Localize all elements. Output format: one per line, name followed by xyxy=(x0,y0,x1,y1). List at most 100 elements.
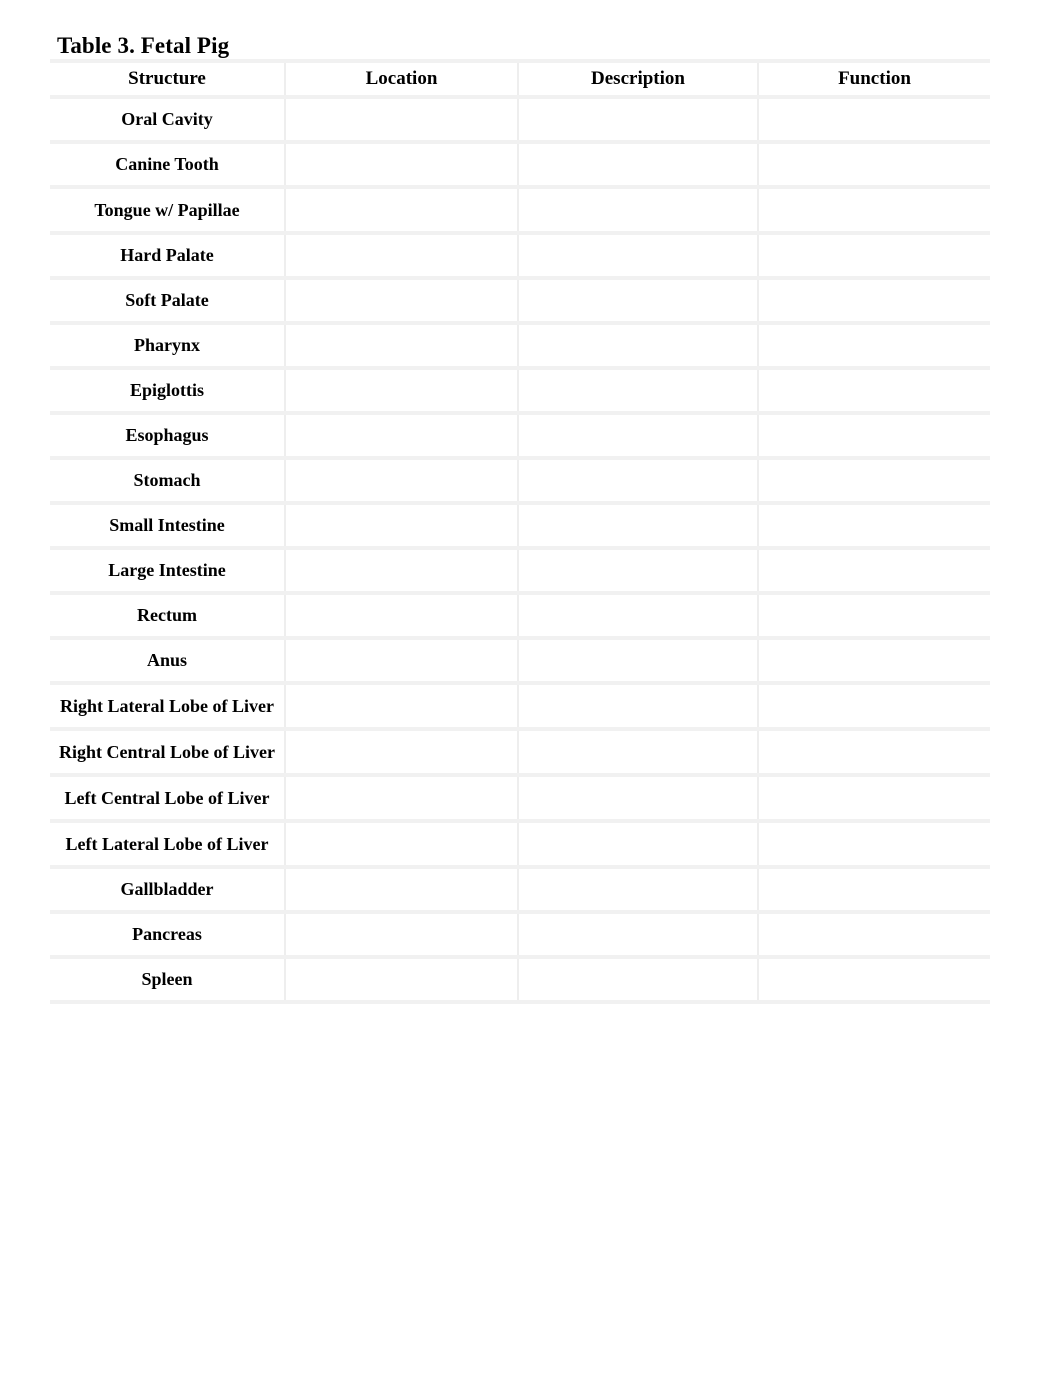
structure-cell: Stomach xyxy=(50,458,286,505)
table-row: Oral Cavity xyxy=(50,97,990,144)
location-cell[interactable] xyxy=(285,593,519,640)
function-cell[interactable] xyxy=(758,413,990,460)
table-body: Oral Cavity Canine Tooth Tongue w/ Papilla… xyxy=(50,97,990,1004)
location-cell[interactable] xyxy=(285,775,519,823)
table-row: Rectum xyxy=(50,593,990,640)
function-cell[interactable] xyxy=(758,368,990,415)
description-cell[interactable] xyxy=(518,368,759,415)
location-cell[interactable] xyxy=(285,142,519,189)
location-cell[interactable] xyxy=(285,368,519,415)
document-page: Table 3. Fetal Pig Structure Location De… xyxy=(0,0,1062,1376)
table-row: Gallbladder xyxy=(50,867,990,914)
fetal-pig-table-container: Structure Location Description Function … xyxy=(50,63,990,1004)
function-cell[interactable] xyxy=(758,142,990,189)
structure-cell: Small Intestine xyxy=(50,503,286,550)
table-row: Stomach xyxy=(50,458,990,505)
function-cell[interactable] xyxy=(758,97,990,144)
function-cell[interactable] xyxy=(758,548,990,595)
location-cell[interactable] xyxy=(285,548,519,595)
location-cell[interactable] xyxy=(285,187,519,235)
function-cell[interactable] xyxy=(758,323,990,370)
structure-cell: Large Intestine xyxy=(50,548,286,595)
description-cell[interactable] xyxy=(518,278,759,325)
description-cell[interactable] xyxy=(518,323,759,370)
function-cell[interactable] xyxy=(758,821,990,869)
structure-cell: Rectum xyxy=(50,593,286,640)
column-header-location: Location xyxy=(285,63,519,99)
function-cell[interactable] xyxy=(758,233,990,280)
location-cell[interactable] xyxy=(285,503,519,550)
description-cell[interactable] xyxy=(518,97,759,144)
table-row: Epiglottis xyxy=(50,368,990,415)
location-cell[interactable] xyxy=(285,867,519,914)
function-cell[interactable] xyxy=(758,278,990,325)
description-cell[interactable] xyxy=(518,912,759,959)
table-row: Tongue w/ Papillae xyxy=(50,187,990,235)
location-cell[interactable] xyxy=(285,413,519,460)
location-cell[interactable] xyxy=(285,957,519,1004)
table-row: Pharynx xyxy=(50,323,990,370)
structure-cell: Canine Tooth xyxy=(50,142,286,189)
table-row: Left Lateral Lobe of Liver xyxy=(50,821,990,869)
location-cell[interactable] xyxy=(285,97,519,144)
table-row: Spleen xyxy=(50,957,990,1004)
table-row: Left Central Lobe of Liver xyxy=(50,775,990,823)
function-cell[interactable] xyxy=(758,458,990,505)
location-cell[interactable] xyxy=(285,278,519,325)
function-cell[interactable] xyxy=(758,593,990,640)
function-cell[interactable] xyxy=(758,729,990,777)
location-cell[interactable] xyxy=(285,729,519,777)
location-cell[interactable] xyxy=(285,458,519,505)
description-cell[interactable] xyxy=(518,503,759,550)
location-cell[interactable] xyxy=(285,683,519,731)
fetal-pig-table: Structure Location Description Function … xyxy=(50,63,990,1004)
structure-cell: Esophagus xyxy=(50,413,286,460)
function-cell[interactable] xyxy=(758,187,990,235)
description-cell[interactable] xyxy=(518,458,759,505)
column-header-description: Description xyxy=(518,63,759,99)
function-cell[interactable] xyxy=(758,957,990,1004)
page-title: Table 3. Fetal Pig xyxy=(57,33,230,58)
description-cell[interactable] xyxy=(518,821,759,869)
table-row: Anus xyxy=(50,638,990,685)
description-cell[interactable] xyxy=(518,233,759,280)
function-cell[interactable] xyxy=(758,912,990,959)
structure-cell: Epiglottis xyxy=(50,368,286,415)
structure-cell: Anus xyxy=(50,638,286,685)
function-cell[interactable] xyxy=(758,683,990,731)
function-cell[interactable] xyxy=(758,867,990,914)
description-cell[interactable] xyxy=(518,413,759,460)
function-cell[interactable] xyxy=(758,775,990,823)
description-cell[interactable] xyxy=(518,638,759,685)
table-row: Hard Palate xyxy=(50,233,990,280)
column-header-function: Function xyxy=(758,63,990,99)
description-cell[interactable] xyxy=(518,775,759,823)
structure-cell: Right Central Lobe of Liver xyxy=(50,729,286,777)
column-header-structure: Structure xyxy=(50,63,286,99)
structure-cell: Tongue w/ Papillae xyxy=(50,187,286,235)
description-cell[interactable] xyxy=(518,593,759,640)
description-cell[interactable] xyxy=(518,548,759,595)
description-cell[interactable] xyxy=(518,957,759,1004)
function-cell[interactable] xyxy=(758,638,990,685)
description-cell[interactable] xyxy=(518,729,759,777)
structure-cell: Right Lateral Lobe of Liver xyxy=(50,683,286,731)
structure-cell: Spleen xyxy=(50,957,286,1004)
structure-cell: Pancreas xyxy=(50,912,286,959)
table-row: Large Intestine xyxy=(50,548,990,595)
location-cell[interactable] xyxy=(285,638,519,685)
description-cell[interactable] xyxy=(518,867,759,914)
function-cell[interactable] xyxy=(758,503,990,550)
description-cell[interactable] xyxy=(518,187,759,235)
structure-cell: Gallbladder xyxy=(50,867,286,914)
table-header-row: Structure Location Description Function xyxy=(50,63,990,99)
description-cell[interactable] xyxy=(518,142,759,189)
location-cell[interactable] xyxy=(285,821,519,869)
table-row: Pancreas xyxy=(50,912,990,959)
description-cell[interactable] xyxy=(518,683,759,731)
location-cell[interactable] xyxy=(285,233,519,280)
location-cell[interactable] xyxy=(285,323,519,370)
location-cell[interactable] xyxy=(285,912,519,959)
table-row: Soft Palate xyxy=(50,278,990,325)
structure-cell: Oral Cavity xyxy=(50,97,286,144)
